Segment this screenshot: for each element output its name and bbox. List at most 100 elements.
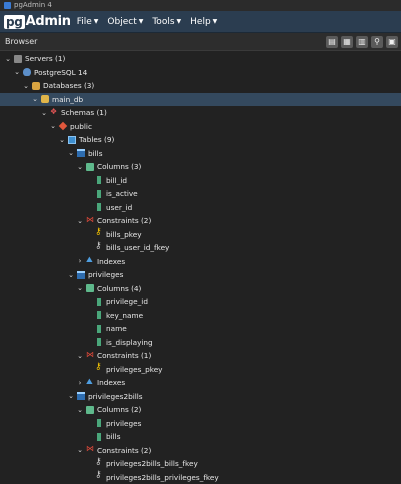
tree-node-indexes[interactable]: › Indexes [0,255,401,269]
psql-tool-button[interactable]: ▣ [386,36,398,48]
tree-node-label: privileges2bills [88,392,143,401]
tree-node-columns[interactable]: ⌄ Columns (2) [0,403,401,417]
search-objects-button[interactable]: ⚲ [371,36,383,48]
tree-node-label: bills_pkey [106,230,142,239]
chevron-down-icon[interactable]: ⌄ [76,162,84,172]
tree-node-label: Schemas (1) [61,108,107,117]
tree-spacer [85,324,93,334]
window-titlebar: pgAdmin 4 [0,0,401,11]
tree-spacer [85,229,93,239]
tree-node-pg[interactable]: ⌄ PostgreSQL 14 [0,66,401,80]
menu-file-label: File [77,17,92,27]
tree-node-constraints[interactable]: ⌄Constraints (2) [0,444,401,458]
tree-node-db[interactable]: ⌄main_db [0,93,401,107]
tree-node-label: Columns (2) [97,405,141,414]
tree-node-column[interactable]: is_active [0,187,401,201]
tree-node-constraints[interactable]: ⌄Constraints (2) [0,214,401,228]
tree-node-label: bills_user_id_fkey [106,243,169,252]
table-icon [77,149,85,157]
chevron-down-icon[interactable]: ⌄ [76,445,84,455]
tree-node-label: Indexes [97,378,125,387]
chevron-right-icon[interactable]: › [76,256,84,266]
tree-node-label: name [106,324,127,333]
tree-spacer [85,189,93,199]
tree-node-column[interactable]: bill_id [0,174,401,188]
tree-node-table[interactable]: ⌄bills [0,147,401,161]
foreign-key-icon [95,473,103,481]
chevron-down-icon[interactable]: ⌄ [67,270,75,280]
tree-node-column[interactable]: key_name [0,309,401,323]
tree-node-tables[interactable]: ⌄Tables (9) [0,133,401,147]
tree-node-fkey[interactable]: privileges2bills_bills_fkey [0,457,401,471]
tree-node-column[interactable]: privilege_id [0,295,401,309]
filtered-rows-button[interactable]: ▥ [356,36,368,48]
servers-icon [14,55,22,63]
chevron-down-icon[interactable]: ⌄ [22,81,30,91]
primary-key-icon [95,365,103,373]
chevron-down-icon: ▼ [177,18,182,25]
chevron-down-icon[interactable]: ⌄ [49,121,57,131]
primary-key-icon [95,230,103,238]
chevron-down-icon[interactable]: ⌄ [67,391,75,401]
tree-node-pkey[interactable]: privileges_pkey [0,363,401,377]
tree-node-constraints[interactable]: ⌄Constraints (1) [0,349,401,363]
query-tool-button[interactable]: ▤ [326,36,338,48]
chevron-down-icon[interactable]: ⌄ [76,351,84,361]
tree-node-label: key_name [106,311,143,320]
tree-node-label: Indexes [97,257,125,266]
tree-node-label: Databases (3) [43,81,94,90]
tree-node-column[interactable]: user_id [0,201,401,215]
columns-icon [86,163,94,171]
table-icon [77,271,85,279]
tree-node-label: Servers (1) [25,54,65,63]
tree-node-fkey[interactable]: privileges2bills_privileges_fkey [0,471,401,484]
tree-node-column[interactable]: privileges [0,417,401,431]
chevron-down-icon[interactable]: ⌄ [76,216,84,226]
chevron-down-icon[interactable]: ⌄ [67,148,75,158]
table-icon: ▦ [343,36,351,48]
tree-node-indexes[interactable]: › Indexes [0,376,401,390]
chevron-down-icon[interactable]: ⌄ [13,67,21,77]
menu-file[interactable]: File ▼ [77,17,99,27]
tree-node-column[interactable]: name [0,322,401,336]
chevron-down-icon[interactable]: ⌄ [31,94,39,104]
tree-node-label: is_active [106,189,138,198]
tables-icon [68,136,76,144]
tree-node-columns[interactable]: ⌄Columns (3) [0,160,401,174]
chevron-down-icon[interactable]: ⌄ [4,54,12,64]
menu-tools[interactable]: Tools ▼ [152,17,181,27]
tree-node-schemas[interactable]: ⌄ Schemas (1) [0,106,401,120]
search-icon: ⚲ [374,36,380,48]
chevron-down-icon[interactable]: ⌄ [40,108,48,118]
column-icon [97,311,101,319]
tree-spacer [85,459,93,469]
menu-help[interactable]: Help ▼ [190,17,217,27]
chevron-down-icon[interactable]: ⌄ [76,405,84,415]
tree-node-schema[interactable]: ⌄public [0,120,401,134]
window-title: pgAdmin 4 [14,0,52,11]
chevron-right-icon[interactable]: › [76,378,84,388]
tree-node-pkey[interactable]: bills_pkey [0,228,401,242]
tree-spacer [85,175,93,185]
tree-spacer [85,202,93,212]
tree-node-column[interactable]: is_displaying [0,336,401,350]
chevron-down-icon: ▼ [139,18,144,25]
column-icon [97,298,101,306]
table-icon [77,392,85,400]
tree-node-label: privileges2bills_privileges_fkey [106,473,219,482]
pg-icon [23,68,31,76]
chevron-down-icon[interactable]: ⌄ [76,283,84,293]
tree-node-databases[interactable]: ⌄ Databases (3) [0,79,401,93]
tree-node-table[interactable]: ⌄privileges [0,268,401,282]
tree-node-table[interactable]: ⌄ privileges2bills [0,390,401,404]
tree-node-servers[interactable]: ⌄ Servers (1) [0,52,401,66]
tree-node-column[interactable]: bills [0,430,401,444]
view-data-button[interactable]: ▦ [341,36,353,48]
chevron-down-icon[interactable]: ⌄ [58,135,66,145]
menu-object[interactable]: Object ▼ [107,17,143,27]
foreign-key-icon [95,460,103,468]
tree-node-columns[interactable]: ⌄Columns (4) [0,282,401,296]
tree-node-label: PostgreSQL 14 [34,68,87,77]
tree-spacer [85,310,93,320]
tree-node-fkey[interactable]: bills_user_id_fkey [0,241,401,255]
